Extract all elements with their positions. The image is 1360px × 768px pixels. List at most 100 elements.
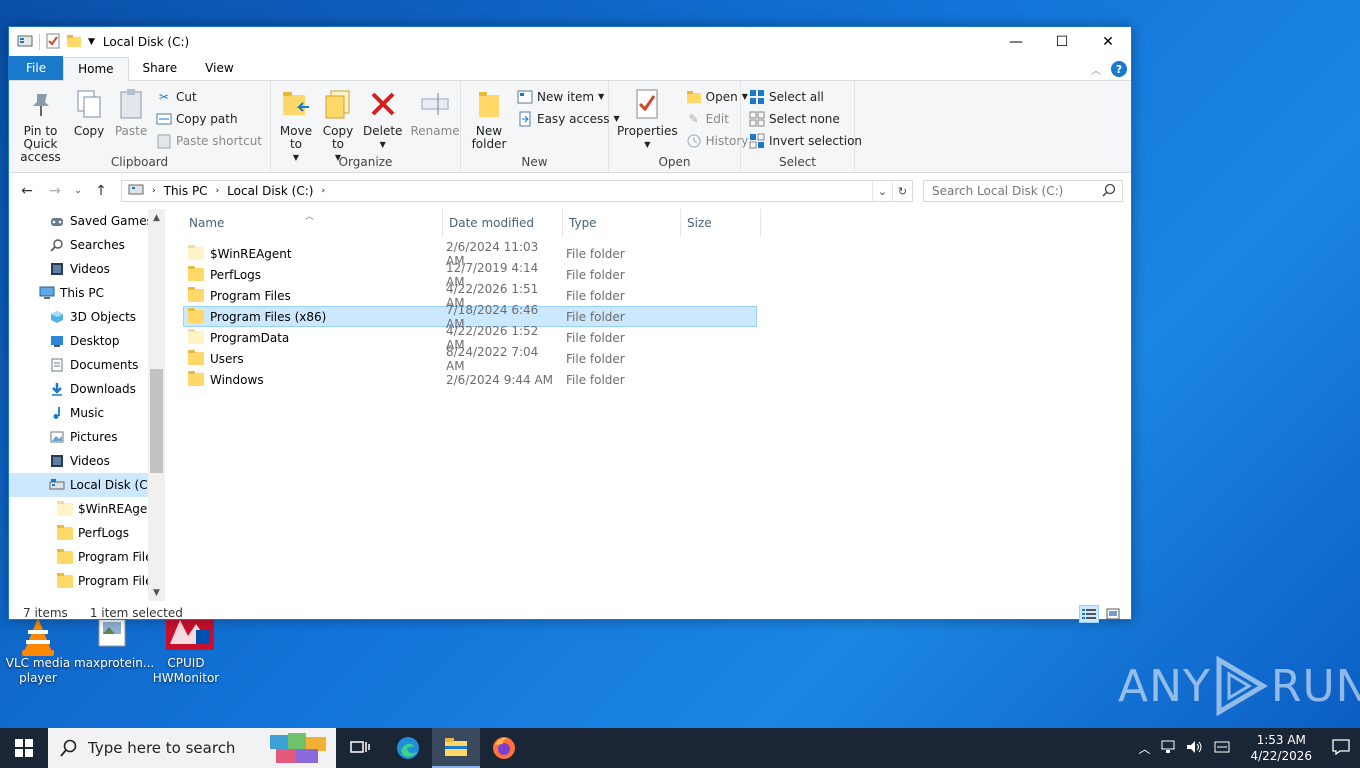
- cut-button[interactable]: ✂ Cut: [156, 87, 262, 106]
- nav-item[interactable]: Downloads: [9, 377, 165, 401]
- properties-qa-icon[interactable]: [46, 33, 60, 52]
- nav-item[interactable]: 3D Objects: [9, 305, 165, 329]
- videos-icon: [49, 453, 65, 469]
- tab-view[interactable]: View: [191, 56, 247, 80]
- open-button[interactable]: Open ▼: [686, 87, 749, 106]
- window-controls: — ☐ ✕: [993, 27, 1131, 57]
- paste-shortcut-button[interactable]: Paste shortcut: [156, 131, 262, 150]
- taskbar-file-explorer[interactable]: [432, 728, 480, 768]
- nav-item-label: PerfLogs: [78, 526, 130, 540]
- breadcrumb-local-disk[interactable]: Local Disk (C:): [227, 184, 313, 198]
- nav-item-label: Program Files: [78, 550, 159, 564]
- nav-item[interactable]: Videos: [9, 257, 165, 281]
- play-logo-icon: [1216, 656, 1268, 716]
- clipboard-group-title: Clipboard: [110, 155, 169, 169]
- nav-item[interactable]: Music: [9, 401, 165, 425]
- explorer-icon[interactable]: [17, 34, 33, 51]
- taskbar-search[interactable]: Type here to search: [48, 728, 336, 768]
- edit-button[interactable]: ✎ Edit: [686, 109, 749, 128]
- 3d-objects-icon: [49, 309, 65, 325]
- taskbar-edge[interactable]: [384, 728, 432, 768]
- new-folder-qa-icon[interactable]: [66, 34, 82, 51]
- nav-item[interactable]: $WinREAgent: [9, 497, 165, 521]
- recent-locations-button[interactable]: ⌄: [71, 179, 85, 203]
- taskbar-clock[interactable]: 1:53 AM 4/22/2026: [1250, 732, 1312, 764]
- status-bar: 7 items 1 item selected: [9, 601, 1131, 625]
- large-icons-view-button[interactable]: [1103, 605, 1123, 623]
- pin-icon: [24, 87, 58, 121]
- easy-access-button[interactable]: Easy access ▼: [517, 109, 620, 128]
- move-to-label: Move to: [279, 124, 313, 151]
- details-view-button[interactable]: [1079, 605, 1099, 623]
- tab-home[interactable]: Home: [63, 57, 129, 81]
- nav-item[interactable]: This PC: [9, 281, 165, 305]
- collapse-ribbon-icon[interactable]: ︿: [1091, 62, 1101, 77]
- select-none-button[interactable]: Select none: [749, 109, 862, 128]
- nav-item[interactable]: Local Disk (C:): [9, 473, 165, 497]
- back-button[interactable]: ←: [15, 179, 39, 203]
- taskbar: Type here to search ︿ 1:53 AM 4/22/2026: [0, 728, 1360, 768]
- network-icon[interactable]: [1160, 740, 1176, 757]
- nav-item[interactable]: Documents: [9, 353, 165, 377]
- minimize-button[interactable]: —: [993, 27, 1039, 57]
- nav-item[interactable]: Videos: [9, 449, 165, 473]
- history-button[interactable]: History: [686, 131, 748, 150]
- close-button[interactable]: ✕: [1085, 27, 1131, 57]
- input-language-icon[interactable]: [1214, 740, 1230, 757]
- file-name: Program Files: [210, 288, 291, 303]
- forward-button[interactable]: →: [43, 179, 67, 203]
- file-row[interactable]: Users 8/24/2022 7:04 AM File folder: [183, 345, 757, 373]
- nav-item[interactable]: Saved Games: [9, 209, 165, 233]
- tab-share[interactable]: Share: [129, 56, 192, 80]
- column-type[interactable]: Type: [563, 209, 681, 237]
- nav-item[interactable]: Searches: [9, 233, 165, 257]
- select-all-button[interactable]: Select all: [749, 87, 862, 106]
- rename-icon: [418, 87, 452, 121]
- address-bar[interactable]: › This PC › Local Disk (C:) › ⌄ ↻: [121, 180, 913, 202]
- title-bar[interactable]: ▼ Local Disk (C:) — ☐ ✕: [9, 27, 1131, 57]
- nav-item[interactable]: Pictures: [9, 425, 165, 449]
- copy-path-button[interactable]: Copy path: [156, 109, 262, 128]
- scroll-up-arrow-icon[interactable]: ▲: [148, 209, 165, 226]
- show-hidden-icons-icon[interactable]: ︿: [1138, 740, 1150, 757]
- file-name: Program Files (x86): [210, 309, 327, 324]
- customize-qa-dropdown-icon[interactable]: ▼: [88, 37, 95, 47]
- scrollbar-thumb[interactable]: [150, 369, 163, 473]
- notifications-icon[interactable]: [1332, 738, 1350, 758]
- search-box[interactable]: Search Local Disk (C:): [923, 180, 1123, 202]
- folder-icon: [188, 350, 204, 365]
- nav-item[interactable]: Program Files: [9, 545, 165, 569]
- navigation-pane: Saved Games Searches Videos This PC 3D Objec…: [9, 209, 165, 601]
- scroll-down-arrow-icon[interactable]: ▼: [148, 584, 165, 601]
- column-name[interactable]: Name ︿: [183, 209, 443, 237]
- volume-icon[interactable]: [1186, 740, 1204, 757]
- nav-item[interactable]: PerfLogs: [9, 521, 165, 545]
- nav-item-label: Program Files: [78, 574, 159, 588]
- invert-selection-button[interactable]: Invert selection: [749, 131, 862, 150]
- toolbar-divider: [39, 34, 40, 50]
- tab-file[interactable]: File: [9, 56, 64, 80]
- address-history-dropdown-icon[interactable]: ⌄: [872, 181, 892, 201]
- select-group: Select all Select none Invert selection …: [741, 81, 862, 172]
- column-size[interactable]: Size: [681, 209, 761, 237]
- nav-item[interactable]: Program Files: [9, 569, 165, 593]
- folder-icon: [188, 308, 204, 323]
- nav-scrollbar[interactable]: ▲ ▼: [148, 209, 165, 601]
- breadcrumb-separator: ›: [321, 186, 326, 196]
- quick-access-toolbar: ▼: [17, 33, 95, 52]
- help-icon[interactable]: ?: [1111, 61, 1127, 77]
- new-item-button[interactable]: New item ▼: [517, 87, 620, 106]
- file-row[interactable]: Windows 2/6/2024 9:44 AM File folder: [183, 369, 757, 390]
- up-button[interactable]: ↑: [89, 179, 113, 203]
- nav-item[interactable]: Desktop: [9, 329, 165, 353]
- maximize-button[interactable]: ☐: [1039, 27, 1085, 57]
- taskbar-firefox[interactable]: [480, 728, 528, 768]
- copy-to-label: Copy to: [322, 124, 354, 151]
- start-button[interactable]: [0, 728, 48, 768]
- refresh-icon[interactable]: ↻: [892, 181, 912, 201]
- task-view-button[interactable]: [336, 728, 384, 768]
- column-date-modified[interactable]: Date modified: [443, 209, 563, 237]
- selection-count: 1 item selected: [89, 606, 183, 620]
- drive-icon: [49, 477, 65, 493]
- breadcrumb-this-pc[interactable]: This PC: [164, 184, 208, 198]
